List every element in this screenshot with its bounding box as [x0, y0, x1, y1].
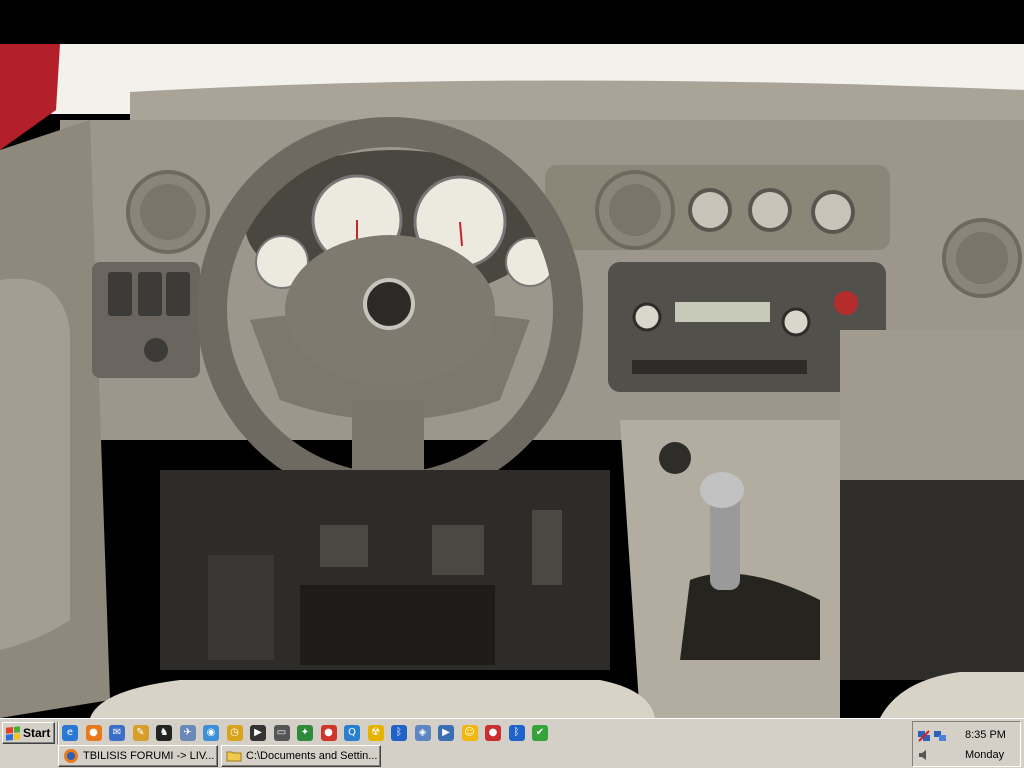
- wallpaper-car-interior: [0, 0, 1024, 718]
- taskbar-divider: [57, 722, 59, 744]
- bluetooth-icon[interactable]: ᛒ: [508, 725, 525, 741]
- clock-day: Monday: [965, 749, 1005, 761]
- outlook-icon[interactable]: ✉: [109, 725, 125, 741]
- search-icon[interactable]: Q: [344, 725, 360, 741]
- network-disconnected-icon[interactable]: [917, 729, 931, 743]
- shield-icon[interactable]: ◈: [414, 725, 431, 741]
- task-label: TBILISIS FORUMI -> LIV...: [83, 750, 215, 762]
- taskbar: Start e ● ✉ ✎ ♞ ✈ ◉ ◷ ▶ ▭ ✦ ● Q ☢ ᛒ ◈ ▶ …: [0, 718, 1024, 768]
- folder-icon: [226, 751, 242, 762]
- task-buttons: TBILISIS FORUMI -> LIV... C:\Documents a…: [58, 745, 384, 767]
- checkmark-icon[interactable]: ✔: [532, 725, 548, 741]
- task-button-firefox[interactable]: TBILISIS FORUMI -> LIV...: [58, 745, 218, 767]
- globe-icon[interactable]: ◉: [203, 725, 219, 741]
- counter-strike-icon[interactable]: ♞: [156, 725, 172, 741]
- system-tray: 8:35 PM Monday: [912, 721, 1021, 767]
- smiley-icon[interactable]: ☺: [461, 725, 478, 741]
- firefox-icon[interactable]: ●: [85, 725, 102, 741]
- task-label: C:\Documents and Settin...: [246, 750, 378, 762]
- start-button[interactable]: Start: [2, 722, 55, 744]
- clock-icon[interactable]: ◷: [226, 725, 243, 741]
- desktop: [0, 0, 1024, 718]
- ie-icon[interactable]: e: [62, 725, 78, 741]
- task-button-explorer[interactable]: C:\Documents and Settin...: [221, 745, 381, 767]
- radiation-icon[interactable]: ☢: [367, 725, 384, 741]
- play-icon[interactable]: ▶: [438, 725, 454, 741]
- bluetooth-icon[interactable]: ᛒ: [391, 725, 407, 741]
- quick-launch-bar: e ● ✉ ✎ ♞ ✈ ◉ ◷ ▶ ▭ ✦ ● Q ☢ ᛒ ◈ ▶ ☺ ● ᛒ …: [62, 722, 556, 744]
- tools-icon[interactable]: ✎: [132, 725, 149, 741]
- volume-icon[interactable]: [917, 748, 931, 762]
- game-icon[interactable]: ✦: [297, 725, 313, 741]
- tomato-icon[interactable]: ●: [320, 725, 337, 741]
- network-icon[interactable]: [933, 729, 947, 743]
- windows-logo-icon: [6, 725, 20, 741]
- media-icon[interactable]: ▶: [250, 725, 266, 741]
- start-label: Start: [23, 726, 51, 740]
- clock-time[interactable]: 8:35 PM: [965, 729, 1006, 741]
- drive-icon[interactable]: ▭: [273, 725, 290, 741]
- airplane-icon[interactable]: ✈: [179, 725, 196, 741]
- record-icon[interactable]: ●: [485, 725, 501, 741]
- firefox-icon: [64, 749, 78, 763]
